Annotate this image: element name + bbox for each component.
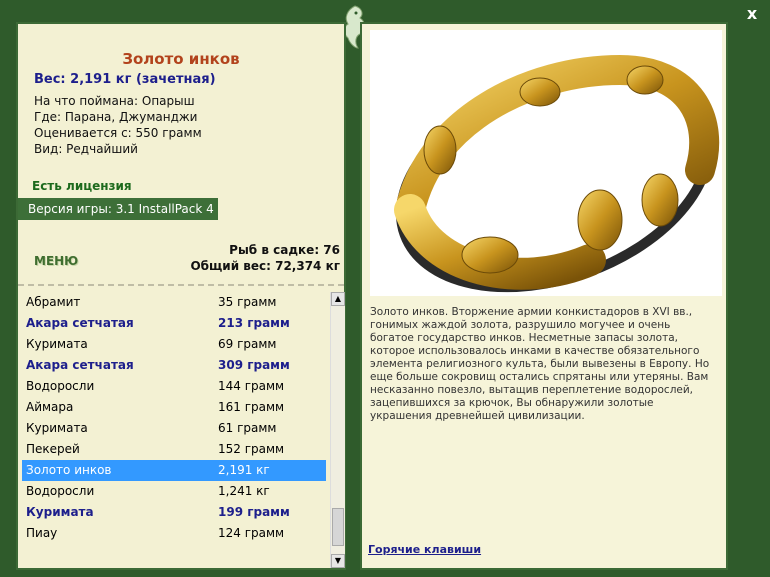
list-item-name: Водоросли — [26, 484, 95, 498]
list-item-name: Пиау — [26, 526, 58, 540]
hotkeys-link[interactable]: Горячие клавиши — [368, 543, 481, 556]
list-item-weight: 61 грамм — [218, 421, 277, 435]
list-item-weight: 69 грамм — [218, 337, 277, 351]
list-item-weight: 152 грамм — [218, 442, 285, 456]
close-button[interactable]: x — [744, 6, 760, 22]
keepnet-stats: Рыб в садке: 76 Общий вес: 72,374 кг — [190, 242, 340, 274]
fish-title: Золото инков — [122, 50, 240, 68]
scroll-thumb[interactable] — [332, 508, 344, 546]
list-item-weight: 309 грамм — [218, 358, 290, 372]
fish-description: Золото инков. Вторжение армии конкистадо… — [370, 306, 710, 422]
list-item-name: Куримата — [26, 337, 88, 351]
list-item-weight: 35 грамм — [218, 295, 277, 309]
list-item[interactable]: Пекерей 152 грамм — [22, 439, 326, 460]
bait-info: На что поймана: Опарыш — [34, 94, 195, 108]
list-item-weight: 213 грамм — [218, 316, 290, 330]
list-item-weight: 1,241 кг — [218, 484, 270, 498]
list-item-weight: 2,191 кг — [218, 463, 270, 477]
scroll-down-button[interactable]: ▼ — [331, 554, 345, 568]
list-item-name: Акара сетчатая — [26, 316, 134, 330]
list-item-weight: 161 грамм — [218, 400, 285, 414]
list-item-weight: 144 грамм — [218, 379, 285, 393]
list-item[interactable]: Акара сетчатая 309 грамм — [22, 355, 326, 376]
valuation-info: Оценивается с: 550 грамм — [34, 126, 202, 140]
divider — [18, 284, 344, 286]
fish-info-panel: Золото инков Вес: 2,191 кг (зачетная) На… — [16, 22, 346, 570]
rarity-info: Вид: Редчайший — [34, 142, 138, 156]
license-status: Есть лицензия — [32, 179, 132, 193]
app-window: x Золото инков Вес: 2,191 кг (зачетная) … — [0, 0, 770, 577]
list-item[interactable]: Куримата 69 грамм — [22, 334, 326, 355]
total-weight: Общий вес: 72,374 кг — [190, 259, 340, 273]
fish-details-panel: Золото инков. Вторжение армии конкистадо… — [360, 22, 728, 570]
list-item[interactable]: Водоросли 144 грамм — [22, 376, 326, 397]
list-scrollbar[interactable]: ▲ ▼ — [330, 292, 345, 568]
list-item-name: Золото инков — [26, 463, 112, 477]
list-item-name: Пекерей — [26, 442, 80, 456]
list-item[interactable]: Акара сетчатая 213 грамм — [22, 313, 326, 334]
list-item[interactable]: Золото инков 2,191 кг — [22, 460, 326, 481]
catch-list: Абрамит 35 грамм Акара сетчатая 213 грамм Ку… — [18, 292, 328, 568]
list-item[interactable]: Аймара 161 грамм — [22, 397, 326, 418]
list-item-name: Водоросли — [26, 379, 95, 393]
list-item-weight: 199 грамм — [218, 505, 290, 519]
gold-bracelet-image — [370, 30, 722, 296]
list-item-name: Акара сетчатая — [26, 358, 134, 372]
list-item-name: Абрамит — [26, 295, 81, 309]
location-info: Где: Парана, Джуманджи — [34, 110, 198, 124]
fish-count: Рыб в садке: 76 — [229, 243, 340, 257]
list-item[interactable]: Водоросли 1,241 кг — [22, 481, 326, 502]
scroll-up-button[interactable]: ▲ — [331, 292, 345, 306]
list-item[interactable]: Куримата 61 грамм — [22, 418, 326, 439]
list-item[interactable]: Куримата 199 грамм — [22, 502, 326, 523]
list-item[interactable]: Абрамит 35 грамм — [22, 292, 326, 313]
fish-weight: Вес: 2,191 кг (зачетная) — [34, 72, 216, 87]
list-item-name: Куримата — [26, 505, 94, 519]
list-item-weight: 124 грамм — [218, 526, 285, 540]
menu-button[interactable]: МЕНЮ — [34, 254, 78, 268]
list-item-name: Куримата — [26, 421, 88, 435]
version-bar: Версия игры: 3.1 InstallPack 4 — [18, 198, 218, 220]
list-item-name: Аймара — [26, 400, 74, 414]
list-item[interactable]: Пиау 124 грамм — [22, 523, 326, 544]
